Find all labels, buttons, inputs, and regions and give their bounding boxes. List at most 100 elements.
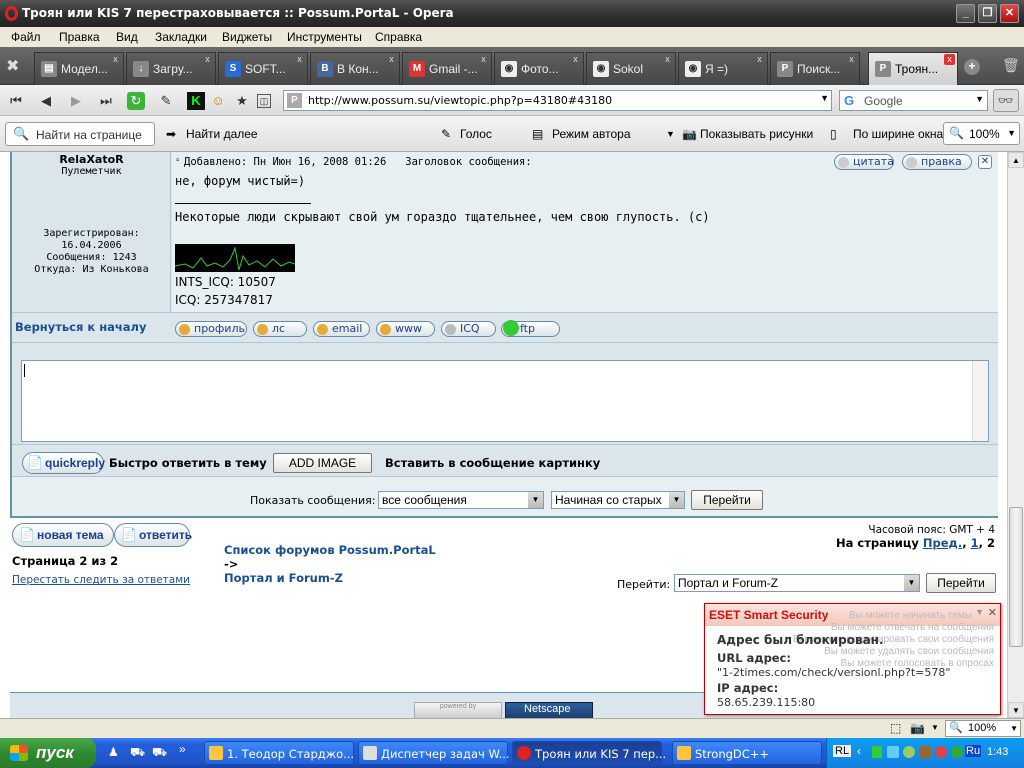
tray-av-icon[interactable] <box>919 746 931 758</box>
taskbar-item-strongdc[interactable]: StrongDC++ <box>672 741 822 765</box>
quicklaunch-app-icon[interactable]: ⛟ <box>130 745 145 761</box>
tab-9[interactable]: P Поиск... x <box>770 52 860 85</box>
vertical-scrollbar[interactable]: ▲ ▼ <box>1007 152 1024 718</box>
tab-2[interactable]: ↓ Загру... x <box>126 52 216 85</box>
menu-tools[interactable]: Инструменты <box>287 30 362 44</box>
voice-button[interactable]: Голос <box>460 127 492 141</box>
quickreply-button[interactable]: 📄 quickreply <box>22 452 105 474</box>
tab-close-icon[interactable]: x <box>846 54 857 65</box>
maximize-button[interactable]: ❐ <box>978 4 997 23</box>
glasses-icon[interactable]: 👓 <box>993 89 1019 112</box>
tray-app-icon[interactable] <box>887 746 899 758</box>
back-to-top-link[interactable]: Вернуться к началу <box>15 320 146 334</box>
close-window-button[interactable]: ✕ <box>1000 4 1019 23</box>
new-tab-icon[interactable]: + <box>964 59 980 75</box>
page-1-link[interactable]: 1 <box>971 536 979 550</box>
image-dropdown-icon[interactable]: ▼ <box>931 723 939 732</box>
menu-widgets[interactable]: Виджеты <box>222 30 272 44</box>
minimize-button[interactable]: _ <box>956 4 975 23</box>
quicklaunch-app2-icon[interactable]: ⛟ <box>152 745 167 761</box>
speed-dial-icon[interactable]: ⬚ <box>890 721 901 735</box>
status-zoom-select[interactable]: 🔍 100% ▼ <box>945 720 1021 737</box>
language-indicator[interactable]: RL <box>833 745 852 757</box>
jump-forum-select[interactable]: Портал и Forum-Z ▼ <box>674 574 920 592</box>
back-icon[interactable]: ◀ <box>37 92 55 110</box>
scroll-up-icon[interactable]: ▲ <box>1008 152 1024 168</box>
tab-close-icon[interactable]: x <box>944 54 955 65</box>
tab-8[interactable]: ◉ Я =) x <box>678 52 768 85</box>
tab-6[interactable]: ◉ Фото... x <box>494 52 584 85</box>
www-button[interactable]: www <box>376 321 435 337</box>
tray-eset-icon[interactable] <box>935 746 947 758</box>
show-go-button[interactable]: Перейти <box>691 490 763 510</box>
new-topic-button[interactable]: 📄 новая тема <box>12 523 114 547</box>
tab-1[interactable]: ▤ Модел... x <box>34 52 124 85</box>
tab-close-icon[interactable]: x <box>110 54 121 65</box>
menu-file[interactable]: Файл <box>11 30 41 44</box>
tray-lang-indicator[interactable]: Ru <box>965 745 982 757</box>
message-filter-select[interactable]: все сообщения ▼ <box>378 491 544 509</box>
fast-forward-icon[interactable]: ⏭ <box>97 92 115 110</box>
tab-close-icon[interactable]: x <box>570 54 581 65</box>
eset-notification[interactable]: ESET Smart Security ▼ ✕ Вы можете начина… <box>704 603 1001 715</box>
quote-button[interactable]: цитата <box>834 154 894 170</box>
icq-button[interactable]: ICQ <box>441 321 496 337</box>
sidebar-icon[interactable]: ◫ <box>257 94 271 108</box>
kaspersky-icon[interactable]: K <box>187 92 205 110</box>
tab-close-icon[interactable]: x <box>202 54 213 65</box>
profile-button[interactable]: профиль <box>175 321 247 337</box>
tray-status-icon[interactable] <box>951 746 963 758</box>
tab-close-icon[interactable]: x <box>754 54 765 65</box>
bookmark-star-icon[interactable]: ★ <box>233 92 251 110</box>
textarea-scrollbar[interactable] <box>972 361 988 441</box>
jump-go-button[interactable]: Перейти <box>926 573 996 593</box>
find-input[interactable]: 🔍 Найти на странице <box>5 122 155 146</box>
delete-post-icon[interactable]: ✕ <box>978 155 992 169</box>
edit-button[interactable]: правка <box>902 154 972 170</box>
forward-icon[interactable]: ▶ <box>67 92 85 110</box>
pm-button[interactable]: лс <box>253 321 307 337</box>
author-mode-button[interactable]: Режим автора <box>552 127 631 141</box>
menu-view[interactable]: Вид <box>116 30 138 44</box>
tab-close-icon[interactable]: x <box>662 54 673 65</box>
prev-page-link[interactable]: Пред. <box>923 536 962 550</box>
tab-3[interactable]: S SOFT... x <box>218 52 308 85</box>
menu-help[interactable]: Справка <box>375 30 422 44</box>
message-order-select[interactable]: Начиная со старых ▼ <box>551 491 685 509</box>
start-button[interactable]: пуск <box>0 738 96 768</box>
trash-icon[interactable]: 🗑 <box>1002 57 1020 75</box>
add-image-button[interactable]: ADD IMAGE <box>273 453 372 473</box>
tools-icon[interactable]: ✖ <box>6 56 28 78</box>
tray-network-icon[interactable] <box>872 746 882 758</box>
quicklaunch-more-icon[interactable]: » <box>179 742 186 756</box>
ftp-button[interactable]: ftp <box>501 320 560 337</box>
find-next-button[interactable]: Найти далее <box>186 127 258 141</box>
zoom-dropdown-icon[interactable]: ▼ <box>1007 128 1016 138</box>
show-images-button[interactable]: Показывать рисунки <box>700 127 813 141</box>
tab-close-icon[interactable]: x <box>386 54 397 65</box>
widget-icon[interactable]: ☺ <box>209 92 227 110</box>
zoom-dropdown-icon[interactable]: ▼ <box>1010 724 1018 733</box>
edit-icon[interactable]: ✎ <box>157 92 175 110</box>
quicklaunch-user-icon[interactable]: ♟ <box>108 745 119 759</box>
tab-close-icon[interactable]: x <box>478 54 489 65</box>
tab-5[interactable]: M Gmail -... x <box>402 52 492 85</box>
reply-textarea[interactable] <box>21 360 989 442</box>
scroll-down-icon[interactable]: ▼ <box>1008 702 1024 718</box>
menu-edit[interactable]: Правка <box>59 30 100 44</box>
search-dropdown-icon[interactable]: ▼ <box>975 94 984 104</box>
search-field[interactable]: G Google ▼ <box>839 90 988 111</box>
fit-width-button[interactable]: По ширине окна <box>853 127 943 141</box>
window-titlebar[interactable]: Троян или KIS 7 перестраховывается :: Po… <box>0 0 1024 27</box>
address-field[interactable]: P http://www.possum.su/viewtopic.php?p=4… <box>283 90 832 111</box>
tab-10-active[interactable]: P Троян... x <box>868 52 958 85</box>
breadcrumb-forum[interactable]: Портал и Forum-Z <box>224 571 343 585</box>
eset-close-icon[interactable]: ✕ <box>988 606 997 619</box>
tab-close-icon[interactable]: x <box>294 54 305 65</box>
breadcrumb-root[interactable]: Список форумов Possum.PortaL <box>224 543 436 557</box>
reload-icon[interactable]: ↻ <box>127 92 145 110</box>
email-button[interactable]: email <box>313 321 370 337</box>
scrollbar-thumb[interactable] <box>1009 507 1023 647</box>
author-dropdown-icon[interactable]: ▼ <box>666 129 675 139</box>
post-author[interactable]: RelaXatoR <box>12 153 171 166</box>
